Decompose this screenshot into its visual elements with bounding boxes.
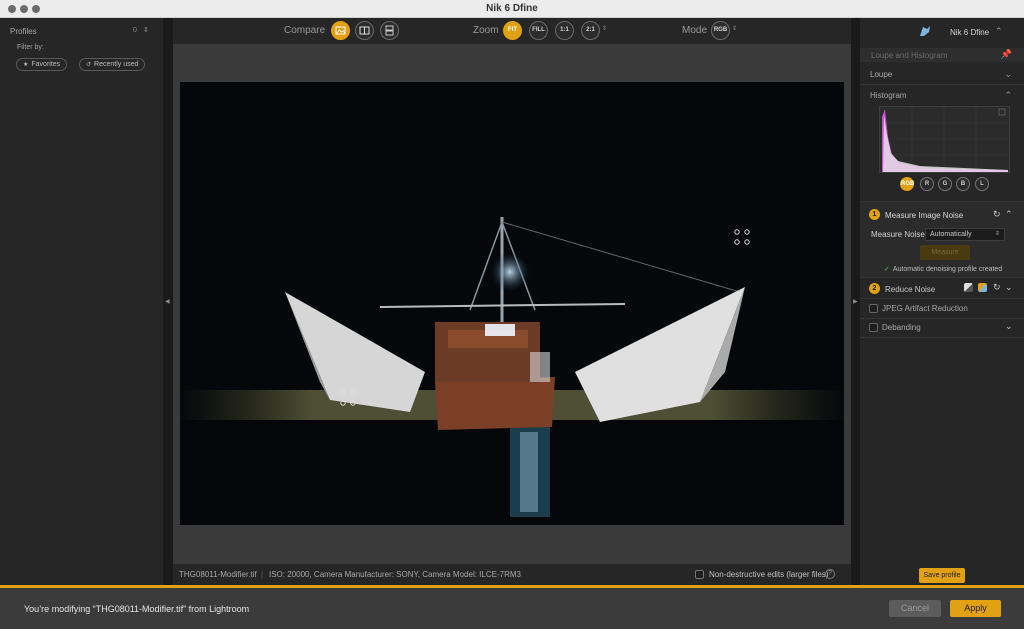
divider xyxy=(860,298,1024,299)
non-destructive-checkbox[interactable] xyxy=(695,570,704,579)
divider xyxy=(860,84,1024,85)
side-by-side-icon xyxy=(385,25,394,36)
profiles-label: Profiles xyxy=(10,27,37,36)
recently-used-filter-button[interactable]: ↺ Recently used xyxy=(79,58,146,71)
fishing-boat-photo xyxy=(180,82,844,525)
compare-split-view-button[interactable] xyxy=(355,21,374,40)
mode-stepper-icon[interactable]: ⇕ xyxy=(732,25,737,32)
zoom-stepper-icon[interactable]: ⇕ xyxy=(602,25,607,32)
color-noise-icon[interactable] xyxy=(978,283,987,292)
mode-rgb-button[interactable]: RGB xyxy=(711,21,730,40)
filter-by-label: Filter by: xyxy=(17,44,44,51)
title-bar: Nik 6 Dfine xyxy=(0,0,1024,18)
chevron-up-icon[interactable]: ⌃ xyxy=(1005,209,1013,220)
measure-noise-value: Automatically xyxy=(930,231,972,238)
right-panel-toggle[interactable]: ▶ xyxy=(851,18,860,585)
camera-metadata: ISO: 20000, Camera Manufacturer: SONY, C… xyxy=(269,570,521,579)
debanding-label: Debanding xyxy=(882,323,921,332)
measure-button[interactable]: Measure xyxy=(920,245,970,260)
auto-profile-status-text: Automatic denoising profile created xyxy=(892,266,1003,273)
image-icon xyxy=(335,26,346,35)
non-destructive-label: Non-destructive edits (larger files) xyxy=(709,570,829,579)
histogram-label: Histogram xyxy=(870,91,907,100)
file-name: THG08011-Modifier.tif xyxy=(179,570,257,579)
favorites-filter-button[interactable]: ★ Favorites xyxy=(16,58,68,71)
dfine-window: Nik 6 Dfine Profiles 0 ⇕ Filter by: ★ Fav… xyxy=(0,0,1024,629)
zoom-label: Zoom xyxy=(473,25,499,36)
channel-b-button[interactable]: B xyxy=(956,177,970,191)
zoom-1-1-button[interactable]: 1:1 xyxy=(555,21,574,40)
profiles-count: 0 xyxy=(133,27,137,34)
left-panel-toggle[interactable]: ◀ xyxy=(163,18,173,585)
zoom-fill-button[interactable]: FILL xyxy=(529,21,548,40)
histogram-plot xyxy=(880,107,1009,172)
dfine-logo-icon xyxy=(920,26,930,36)
chevron-down-icon[interactable]: ⌄ xyxy=(1005,282,1013,293)
step-1-badge: 1 xyxy=(869,209,880,220)
chevron-down-icon[interactable]: ⌄ xyxy=(1005,321,1013,332)
measure-noise-select[interactable]: Automatically ⇕ xyxy=(925,228,1005,241)
chevron-left-icon: ◀ xyxy=(165,299,170,305)
help-icon[interactable]: ? xyxy=(825,569,835,579)
top-toolbar: Compare Zoom FIT FILL 1:1 2:1 ⇕ Mode RGB… xyxy=(173,18,851,44)
favorites-filter-label: Favorites xyxy=(31,61,61,68)
chevron-up-icon: ⌃ xyxy=(1004,90,1012,100)
auto-profile-status: ✓ Automatic denoising profile created xyxy=(884,265,1002,273)
measure-image-noise-title: Measure Image Noise xyxy=(885,211,964,220)
cancel-button[interactable]: Cancel xyxy=(889,600,941,617)
channel-l-button[interactable]: L xyxy=(975,177,989,191)
channel-rgb-button[interactable]: RGB xyxy=(900,177,914,191)
bottom-bar: You’re modifying “THG08011-Modifier.tif”… xyxy=(0,585,1024,629)
reset-icon[interactable]: ↻ xyxy=(993,209,1001,220)
profiles-panel: Profiles 0 ⇕ Filter by: ★ Favorites ↺ Rece… xyxy=(0,18,163,585)
status-bar: THG08011-Modifier.tif | ISO: 20000, Came… xyxy=(173,564,851,585)
channel-g-button[interactable]: G xyxy=(938,177,952,191)
mode-label: Mode xyxy=(682,25,708,36)
step-2-badge: 2 xyxy=(869,283,880,294)
reset-icon[interactable]: ↻ xyxy=(993,282,1001,293)
loupe-label: Loupe xyxy=(870,70,893,79)
history-icon: ↺ xyxy=(86,62,92,68)
loupe-histogram-header[interactable]: Loupe and Histogram 📌 xyxy=(860,48,1024,62)
controls-panel: Nik 6 Dfine ⌃ Loupe and Histogram 📌 Loup… xyxy=(860,18,1024,585)
split-view-icon xyxy=(359,26,370,35)
measure-noise-label: Measure Noise xyxy=(871,230,925,239)
apply-button[interactable]: Apply xyxy=(950,600,1001,617)
reduce-noise-method-icon[interactable] xyxy=(964,283,973,292)
chevron-down-icon: ⌄ xyxy=(1004,69,1012,79)
save-profile-button[interactable]: Save profile xyxy=(919,568,965,583)
divider xyxy=(860,318,1024,319)
sort-arrows-icon[interactable]: ⇕ xyxy=(143,26,149,34)
jpeg-artifact-label: JPEG Artifact Reduction xyxy=(882,304,968,313)
divider xyxy=(860,337,1024,338)
compare-label: Compare xyxy=(284,25,326,36)
debanding-checkbox[interactable] xyxy=(869,323,878,332)
zoom-fit-button[interactable]: FIT xyxy=(503,21,522,40)
chevron-right-icon: ▶ xyxy=(853,299,858,305)
loupe-histogram-label: Loupe and Histogram xyxy=(871,51,948,60)
jpeg-artifact-checkbox[interactable] xyxy=(869,304,878,313)
pin-icon[interactable]: 📌 xyxy=(1001,49,1012,60)
collapse-panel-icon[interactable]: ⌃ xyxy=(995,26,1003,37)
compare-single-view-button[interactable] xyxy=(331,21,350,40)
modifying-message: You’re modifying “THG08011-Modifier.tif”… xyxy=(24,604,250,614)
zoom-2-1-button[interactable]: 2:1 xyxy=(581,21,600,40)
select-arrows-icon: ⇕ xyxy=(994,231,1000,237)
channel-r-button[interactable]: R xyxy=(920,177,934,191)
window-title: Nik 6 Dfine xyxy=(486,3,538,14)
histogram-graph xyxy=(879,106,1010,173)
recently-used-filter-label: Recently used xyxy=(94,61,139,68)
compare-side-by-side-button[interactable] xyxy=(380,21,399,40)
status-separator: | xyxy=(261,570,264,579)
divider xyxy=(860,277,1024,278)
star-icon: ★ xyxy=(23,62,29,68)
app-name: Nik 6 Dfine xyxy=(950,28,990,37)
checkmark-icon: ✓ xyxy=(884,266,890,273)
preview-image[interactable] xyxy=(180,82,844,525)
